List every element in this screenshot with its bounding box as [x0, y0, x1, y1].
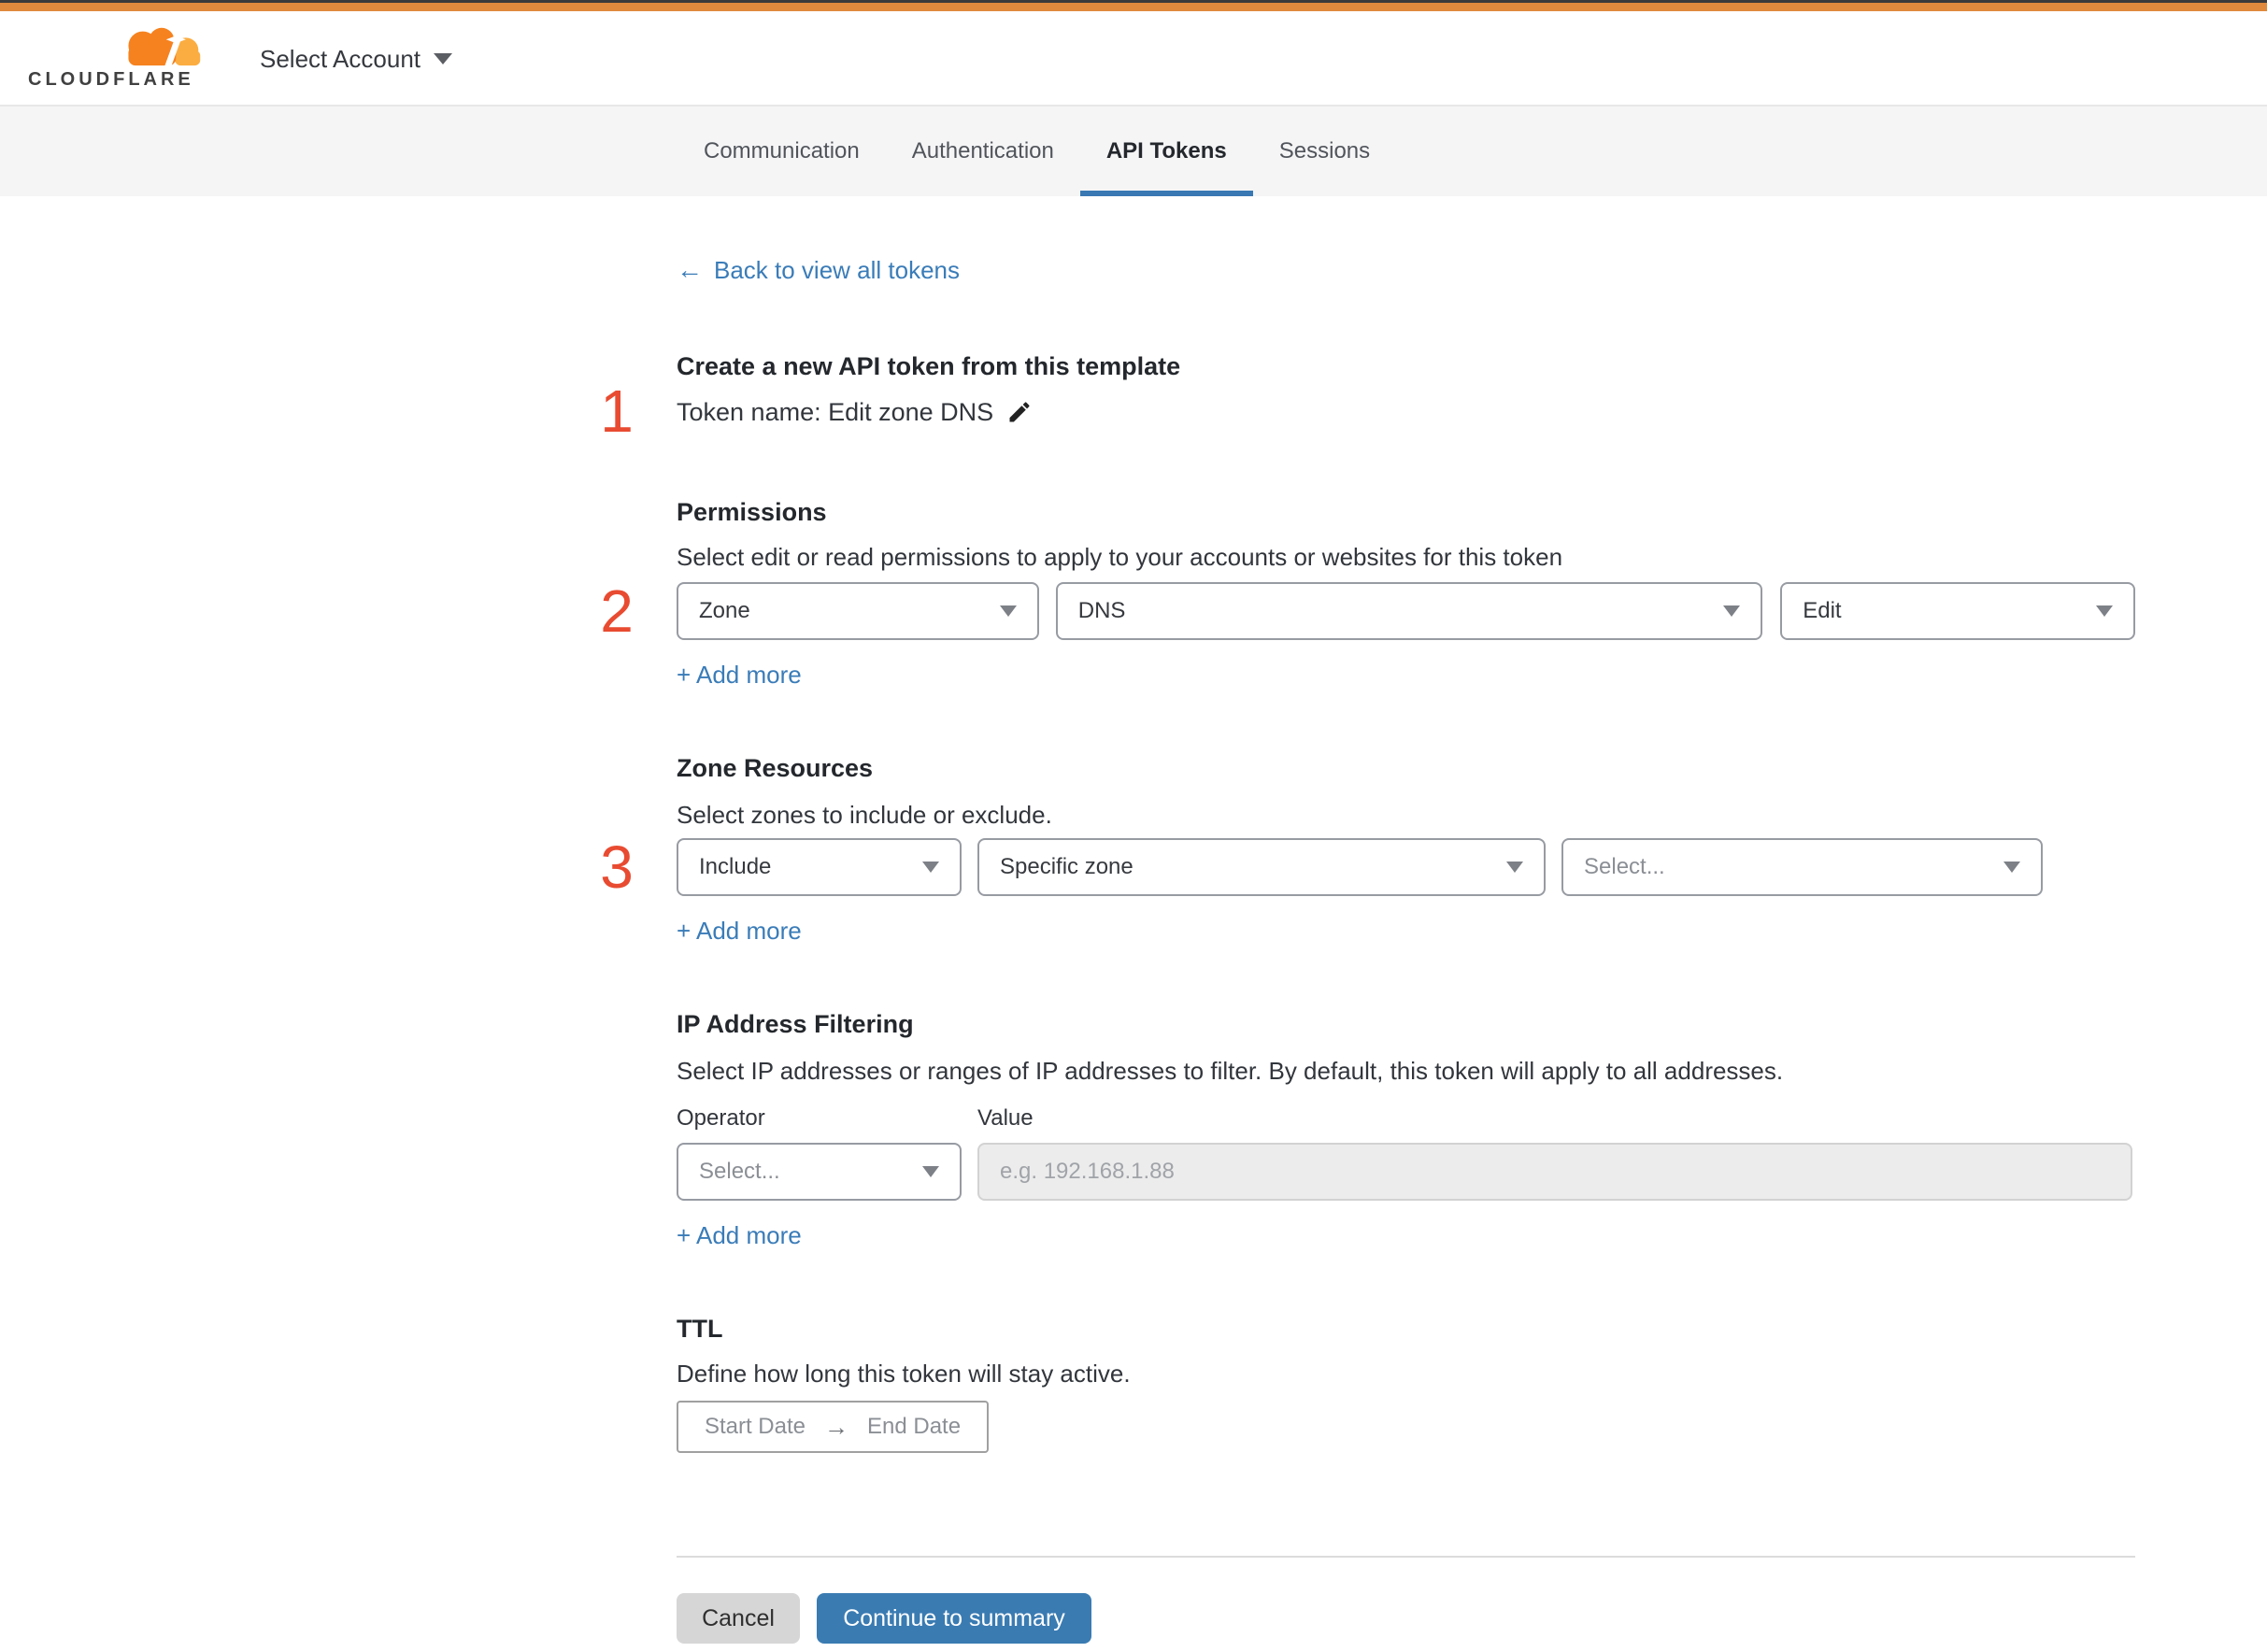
ip-operator-placeholder: Select...: [699, 1159, 780, 1184]
ip-filtering-row: Select...: [677, 1143, 2135, 1201]
ip-filtering-labels: Operator Value: [677, 1105, 2135, 1131]
permission-access-value: Edit: [1803, 598, 1842, 623]
value-label: Value: [977, 1105, 1034, 1131]
token-name-row: 1 Token name: Edit zone DNS: [600, 378, 2135, 444]
account-selector-label: Select Account: [260, 44, 421, 73]
tab-api-tokens[interactable]: API Tokens: [1079, 107, 1253, 196]
permission-scope-select[interactable]: Zone: [677, 582, 1039, 640]
ip-filtering-description: Select IP addresses or ranges of IP addr…: [677, 1057, 1784, 1085]
ttl-date-range-picker[interactable]: Start Date → End Date: [677, 1401, 989, 1453]
permission-resource-value: DNS: [1077, 598, 1126, 623]
ip-filtering-section: IP Address Filtering Select IP addresses…: [677, 1010, 2135, 1249]
cloudflare-logo: CLOUDFLARE: [28, 24, 206, 91]
cloudflare-cloud-icon: [128, 27, 201, 67]
ip-filtering-heading: IP Address Filtering: [677, 1010, 914, 1038]
end-date-placeholder: End Date: [866, 1414, 962, 1439]
chevron-down-icon: [1723, 605, 1741, 617]
permissions-description: Select edit or read permissions to apply…: [677, 543, 1563, 571]
zone-picker-select[interactable]: Select...: [1561, 838, 2043, 896]
ip-value-input[interactable]: [977, 1143, 2132, 1201]
arrow-right-icon: →: [823, 1412, 848, 1441]
ip-filtering-add-more-link[interactable]: + Add more: [677, 1221, 802, 1249]
add-more-label: + Add more: [677, 916, 802, 945]
ip-operator-select[interactable]: Select...: [677, 1143, 962, 1201]
permissions-section: Permissions Select edit or read permissi…: [600, 498, 2135, 689]
cancel-button[interactable]: Cancel: [677, 1593, 800, 1644]
tab-authentication[interactable]: Authentication: [886, 107, 1080, 196]
account-selector[interactable]: Select Account: [260, 11, 452, 107]
permission-resource-select[interactable]: DNS: [1055, 582, 1763, 640]
chevron-down-icon: [1506, 862, 1523, 873]
permissions-heading: Permissions: [677, 498, 827, 526]
step-number-3: 3: [600, 833, 634, 901]
footer-divider: [677, 1556, 2135, 1558]
add-more-label: + Add more: [677, 660, 802, 689]
zone-type-select[interactable]: Specific zone: [977, 838, 1546, 896]
chevron-down-icon: [999, 605, 1017, 617]
cloudflare-wordmark: CLOUDFLARE: [28, 69, 194, 90]
permission-scope-value: Zone: [699, 598, 750, 623]
zone-resources-description: Select zones to include or exclude.: [677, 801, 1052, 829]
tab-communication[interactable]: Communication: [677, 107, 886, 196]
page-title: Create a new API token from this templat…: [677, 352, 1181, 380]
chevron-down-icon: [434, 53, 452, 64]
zone-resources-row: 3 Include Specific zone Select...: [600, 834, 2135, 900]
step-number-2: 2: [600, 577, 634, 645]
zone-mode-select[interactable]: Include: [677, 838, 962, 896]
step-number-1: 1: [600, 377, 634, 445]
back-link-label: Back to view all tokens: [714, 255, 961, 284]
zone-picker-placeholder: Select...: [1584, 854, 1665, 879]
permissions-add-more-link[interactable]: + Add more: [677, 661, 802, 689]
zone-resources-heading: Zone Resources: [677, 754, 874, 782]
chevron-down-icon: [922, 1166, 939, 1177]
token-name-label: Token name: Edit zone DNS: [677, 397, 994, 426]
back-link[interactable]: ← Back to view all tokens: [677, 256, 960, 284]
edit-pencil-icon[interactable]: [1006, 399, 1033, 425]
permission-access-select[interactable]: Edit: [1780, 582, 2135, 640]
ttl-description: Define how long this token will stay act…: [677, 1360, 1131, 1388]
permissions-row: 2 Zone DNS Edit: [600, 578, 2135, 644]
operator-label: Operator: [677, 1105, 765, 1131]
chevron-down-icon: [2096, 605, 2113, 617]
chevron-down-icon: [922, 862, 939, 873]
add-more-label: + Add more: [677, 1220, 802, 1249]
chevron-down-icon: [2003, 862, 2020, 873]
zone-mode-value: Include: [699, 854, 772, 879]
continue-to-summary-button[interactable]: Continue to summary: [817, 1593, 1091, 1644]
brand-top-bar: [0, 3, 2267, 11]
tab-sessions[interactable]: Sessions: [1253, 107, 1396, 196]
start-date-placeholder: Start Date: [704, 1414, 806, 1439]
header: CLOUDFLARE Select Account: [0, 11, 2267, 107]
zone-type-value: Specific zone: [1000, 854, 1134, 879]
ttl-heading: TTL: [677, 1315, 723, 1343]
back-arrow-icon: ←: [677, 255, 703, 284]
zone-resources-section: Zone Resources Select zones to include o…: [600, 754, 2135, 945]
tab-strip: Communication Authentication API Tokens …: [0, 107, 2267, 196]
tabs: Communication Authentication API Tokens …: [677, 107, 2267, 196]
zone-resources-add-more-link[interactable]: + Add more: [677, 917, 802, 945]
ttl-section: TTL Define how long this token will stay…: [677, 1315, 2135, 1453]
footer-actions: Cancel Continue to summary: [677, 1593, 2135, 1644]
main-content: ← Back to view all tokens Create a new A…: [600, 256, 2135, 1644]
